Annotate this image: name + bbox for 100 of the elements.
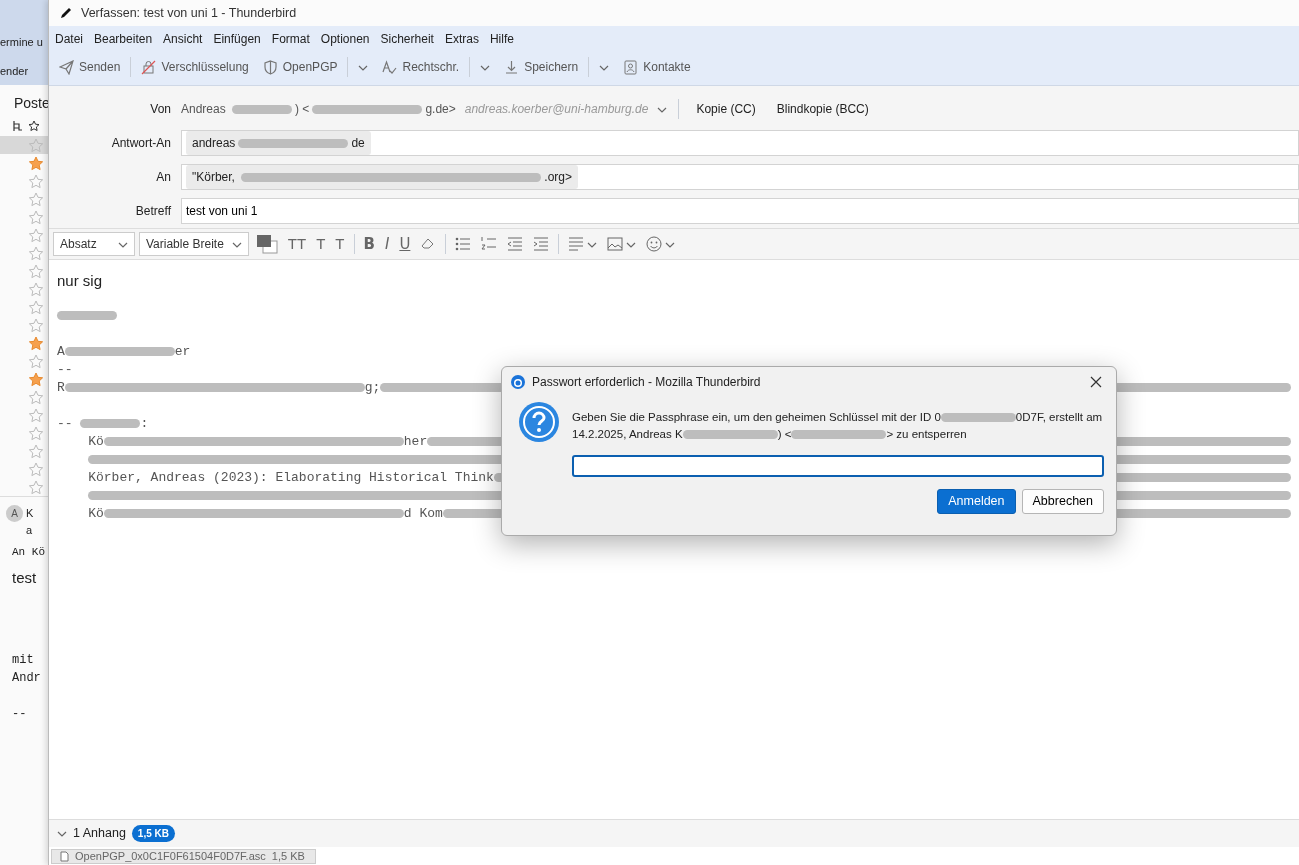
star-icon[interactable] [28,425,44,441]
star-icon[interactable] [28,353,44,369]
message-text: Geben Sie die Passphrase ein, um den geheimen Schlüssel mit der ID 0 [572,410,941,425]
subject-text: test [11,567,38,588]
menu-item[interactable]: Einfügen [213,30,261,48]
body-text: R [57,378,65,397]
message-text: ) < [777,427,792,442]
star-icon[interactable] [28,317,44,333]
menu-item[interactable]: Datei [55,30,83,48]
menu-item[interactable]: Extras [444,30,479,48]
window-title: Verfassen: test von uni 1 - Thunderbird [81,4,297,22]
body-text: : [140,414,149,433]
dialog-button[interactable]: Anmelden [937,489,1016,514]
body-text: -- [57,360,73,379]
field-label: Von [149,101,172,118]
star-icon[interactable] [28,227,44,243]
toolbar-button[interactable]: Kontakte [617,55,697,79]
lock-crossed-icon [141,59,157,75]
passphrase-field[interactable] [572,455,1104,477]
close-icon [1090,376,1102,388]
subject-field[interactable]: test von uni 1 [181,198,1299,224]
thread-icon[interactable] [12,120,24,132]
toolbar-button[interactable]: OpenPGP [256,55,344,79]
toolbar-button[interactable]: Verschlüsselung [135,55,255,79]
star-icon[interactable] [28,173,44,189]
contact-card-icon [623,59,639,75]
toolbar-button[interactable]: Speichern [498,55,585,79]
text-style-button[interactable]: U [396,235,414,253]
color-swatch-icon [255,234,278,254]
star-icon[interactable] [28,155,44,171]
star-icon[interactable] [28,335,44,351]
size-badge: 1,5 KB [131,825,175,843]
star-icon[interactable] [28,461,44,477]
menu-item[interactable]: Optionen [320,30,370,48]
body-line: mit [12,652,35,669]
sender-address: a [26,522,34,538]
recipient-text: "Körber, [192,169,236,186]
recipient-pill[interactable]: andreas de [186,131,371,155]
star-icon[interactable] [28,281,44,297]
star-icon[interactable] [28,137,44,153]
text-style-button[interactable]: I [381,235,393,253]
bullet-list-icon [455,236,472,252]
menu-item[interactable]: Ansicht [163,30,203,48]
body-text: her [403,432,428,451]
star-icon[interactable] [28,263,44,279]
sender-name: K [26,506,34,521]
star-icon[interactable] [28,479,44,495]
identity-text: andreas.koerber@uni-hamburg.de [464,101,649,118]
tab-label[interactable]: ermine u [0,34,48,51]
message-text: 0D7F, erstellt am [1015,410,1103,425]
star-icon[interactable] [28,371,44,387]
bcc-button[interactable]: Blindkopie (BCC) [770,97,875,121]
paragraph-select[interactable]: Absatz [53,232,135,256]
field-label: An [155,169,172,186]
star-icon[interactable] [28,209,44,225]
sender-text: g.de> [425,101,456,118]
menu-item[interactable]: Hilfe [489,30,514,48]
body-line: -- [12,706,28,723]
attachment-toggle[interactable] [57,829,67,839]
numbered-list-icon [481,236,498,252]
spellcheck-icon [382,59,398,75]
star-icon[interactable] [28,120,40,132]
menu-item[interactable]: Format [271,30,310,48]
font-size-button[interactable]: TT [284,235,310,253]
star-icon[interactable] [28,245,44,261]
star-icon[interactable] [28,407,44,423]
smiley-icon [646,236,663,252]
text-style-button[interactable]: B [360,235,378,253]
body-line: Andr [12,670,42,687]
font-size-button[interactable]: T [332,235,348,253]
dialog-title: Passwort erforderlich - Mozilla Thunderbird [532,374,761,391]
dialog-button[interactable]: Abbrechen [1021,489,1104,514]
recipient-text: de [351,135,365,152]
cc-button[interactable]: Kopie (CC) [690,97,762,121]
sender-text: Andreas [181,101,227,118]
toolbar-button[interactable]: Senden [53,55,127,79]
avatar: A [6,505,23,522]
font-size-button[interactable]: T [313,235,329,253]
indent-icon [533,236,550,252]
body-text: er [174,342,191,361]
star-icon[interactable] [28,191,44,207]
star-icon[interactable] [28,389,44,405]
attachment-summary: 1 Anhang [73,825,126,843]
recipient-text: andreas [192,135,236,152]
recipient-pill[interactable]: "Körber, .org> [186,165,578,189]
star-icon[interactable] [28,443,44,459]
star-icon[interactable] [28,299,44,315]
recipient-line: An Kö [11,545,46,560]
attachment-name[interactable]: OpenPGP_0x0C1F0F61504F0D7F.asc [75,850,266,863]
tab-label[interactable]: ender [0,62,48,79]
body-text: Körber, Andreas (2023): Elaborating Historical Think [87,468,494,487]
body-text: d Kom [403,504,443,523]
body-text: Kö [87,432,104,451]
font-select[interactable]: Variable Breite [139,232,249,256]
body-text: -- [57,414,74,433]
outdent-icon [507,236,524,252]
body-text: g; [364,378,381,397]
menu-item[interactable]: Bearbeiten [94,30,153,48]
menu-item[interactable]: Sicherheit [380,30,434,48]
toolbar-button[interactable]: Rechtschr. [376,55,466,79]
